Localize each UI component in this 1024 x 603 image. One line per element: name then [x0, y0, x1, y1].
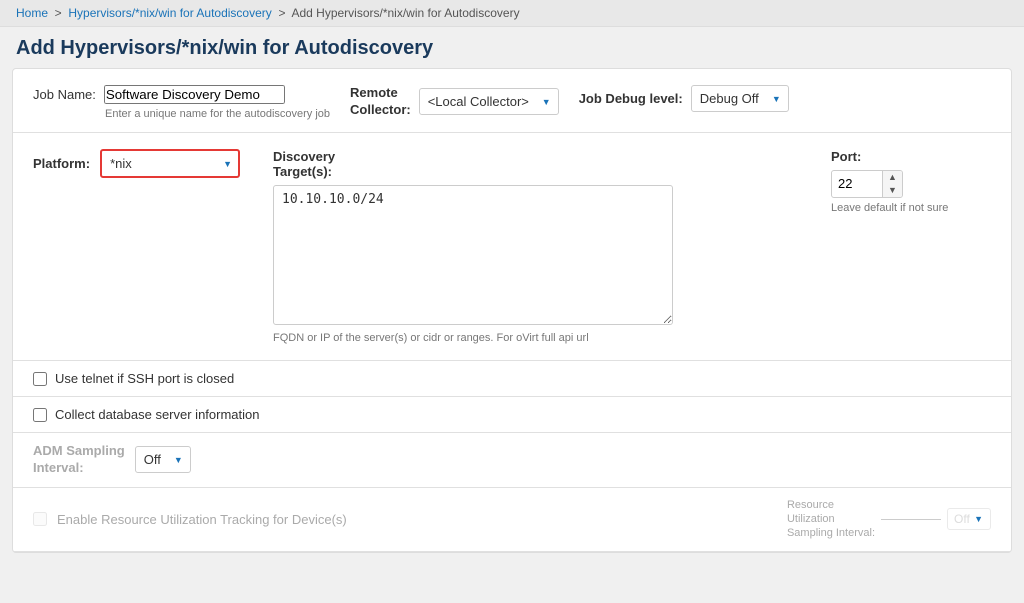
adm-label: ADM Sampling Interval: — [33, 443, 125, 477]
use-telnet-label[interactable]: Use telnet if SSH port is closed — [55, 371, 234, 386]
enable-resource-label: Enable Resource Utilization Tracking for… — [57, 512, 347, 527]
job-name-input[interactable] — [104, 85, 285, 104]
resource-utilization-label: Resource Utilization Sampling Interval: — [787, 498, 875, 541]
breadcrumb: Home > Hypervisors/*nix/win for Autodisc… — [0, 0, 1024, 27]
discovery-hint: FQDN or IP of the server(s) or cidr or r… — [273, 332, 811, 344]
job-name-label: Job Name: — [33, 87, 96, 102]
platform-label: Platform: — [33, 156, 90, 171]
remote-collector-field: Remote Collector: <Local Collector> — [350, 85, 559, 119]
breadcrumb-home[interactable]: Home — [16, 6, 48, 20]
job-name-group: Job Name: Enter a unique name for the au… — [33, 85, 330, 120]
discovery-targets-label: Discovery Target(s): — [273, 149, 811, 179]
breadcrumb-hypervisors[interactable]: Hypervisors/*nix/win for Autodiscovery — [68, 6, 271, 20]
remote-collector-select[interactable]: <Local Collector> — [419, 88, 559, 115]
top-form-section: Job Name: Enter a unique name for the au… — [13, 69, 1011, 133]
page-wrapper: Home > Hypervisors/*nix/win for Autodisc… — [0, 0, 1024, 603]
adm-select[interactable]: Off On — [135, 446, 191, 473]
resource-select: Off — [947, 508, 991, 530]
port-spinners: ▲ ▼ — [882, 171, 902, 197]
port-section: Port: ▲ ▼ Leave default if not sure — [831, 149, 991, 214]
discovery-targets-section: Discovery Target(s): 10.10.10.0/24 FQDN … — [273, 149, 811, 344]
collect-db-label[interactable]: Collect database server information — [55, 407, 260, 422]
platform-select[interactable]: *nix win ESX oVirt Nutanix — [100, 149, 240, 178]
port-decrement-button[interactable]: ▼ — [883, 184, 902, 197]
port-input[interactable] — [832, 172, 882, 195]
debug-field: Job Debug level: Debug Off Debug On — [579, 85, 789, 112]
job-name-hint: Enter a unique name for the autodiscover… — [105, 108, 330, 120]
port-label: Port: — [831, 149, 861, 164]
resource-line-divider — [881, 519, 941, 520]
resource-right: Resource Utilization Sampling Interval: … — [787, 498, 991, 541]
collect-db-section: Collect database server information — [13, 397, 1011, 433]
main-form-card: Job Name: Enter a unique name for the au… — [12, 68, 1012, 553]
adm-section: ADM Sampling Interval: Off On — [13, 433, 1011, 488]
platform-field: Platform: *nix win ESX oVirt Nutanix — [33, 149, 253, 178]
platform-select-wrapper: *nix win ESX oVirt Nutanix — [100, 149, 240, 178]
debug-select-wrapper: Debug Off Debug On — [691, 85, 789, 112]
collect-db-checkbox[interactable] — [33, 408, 47, 422]
use-telnet-checkbox[interactable] — [33, 372, 47, 386]
platform-section: Platform: *nix win ESX oVirt Nutanix Dis… — [13, 133, 1011, 361]
use-telnet-section: Use telnet if SSH port is closed — [13, 361, 1011, 397]
debug-select[interactable]: Debug Off Debug On — [691, 85, 789, 112]
port-hint: Leave default if not sure — [831, 202, 948, 214]
debug-label: Job Debug level: — [579, 91, 683, 106]
port-input-wrapper: ▲ ▼ — [831, 170, 903, 198]
adm-select-wrapper: Off On — [135, 446, 191, 473]
port-increment-button[interactable]: ▲ — [883, 171, 902, 184]
remote-collector-wrapper: <Local Collector> — [419, 88, 559, 115]
remote-collector-label: Remote Collector: — [350, 85, 411, 119]
page-title: Add Hypervisors/*nix/win for Autodiscove… — [0, 27, 1024, 68]
resource-select-wrapper: Off — [947, 508, 991, 530]
enable-resource-checkbox — [33, 512, 47, 526]
breadcrumb-current: Add Hypervisors/*nix/win for Autodiscove… — [291, 6, 519, 20]
discovery-targets-textarea[interactable]: 10.10.10.0/24 — [273, 185, 673, 325]
resource-section: Enable Resource Utilization Tracking for… — [13, 488, 1011, 552]
